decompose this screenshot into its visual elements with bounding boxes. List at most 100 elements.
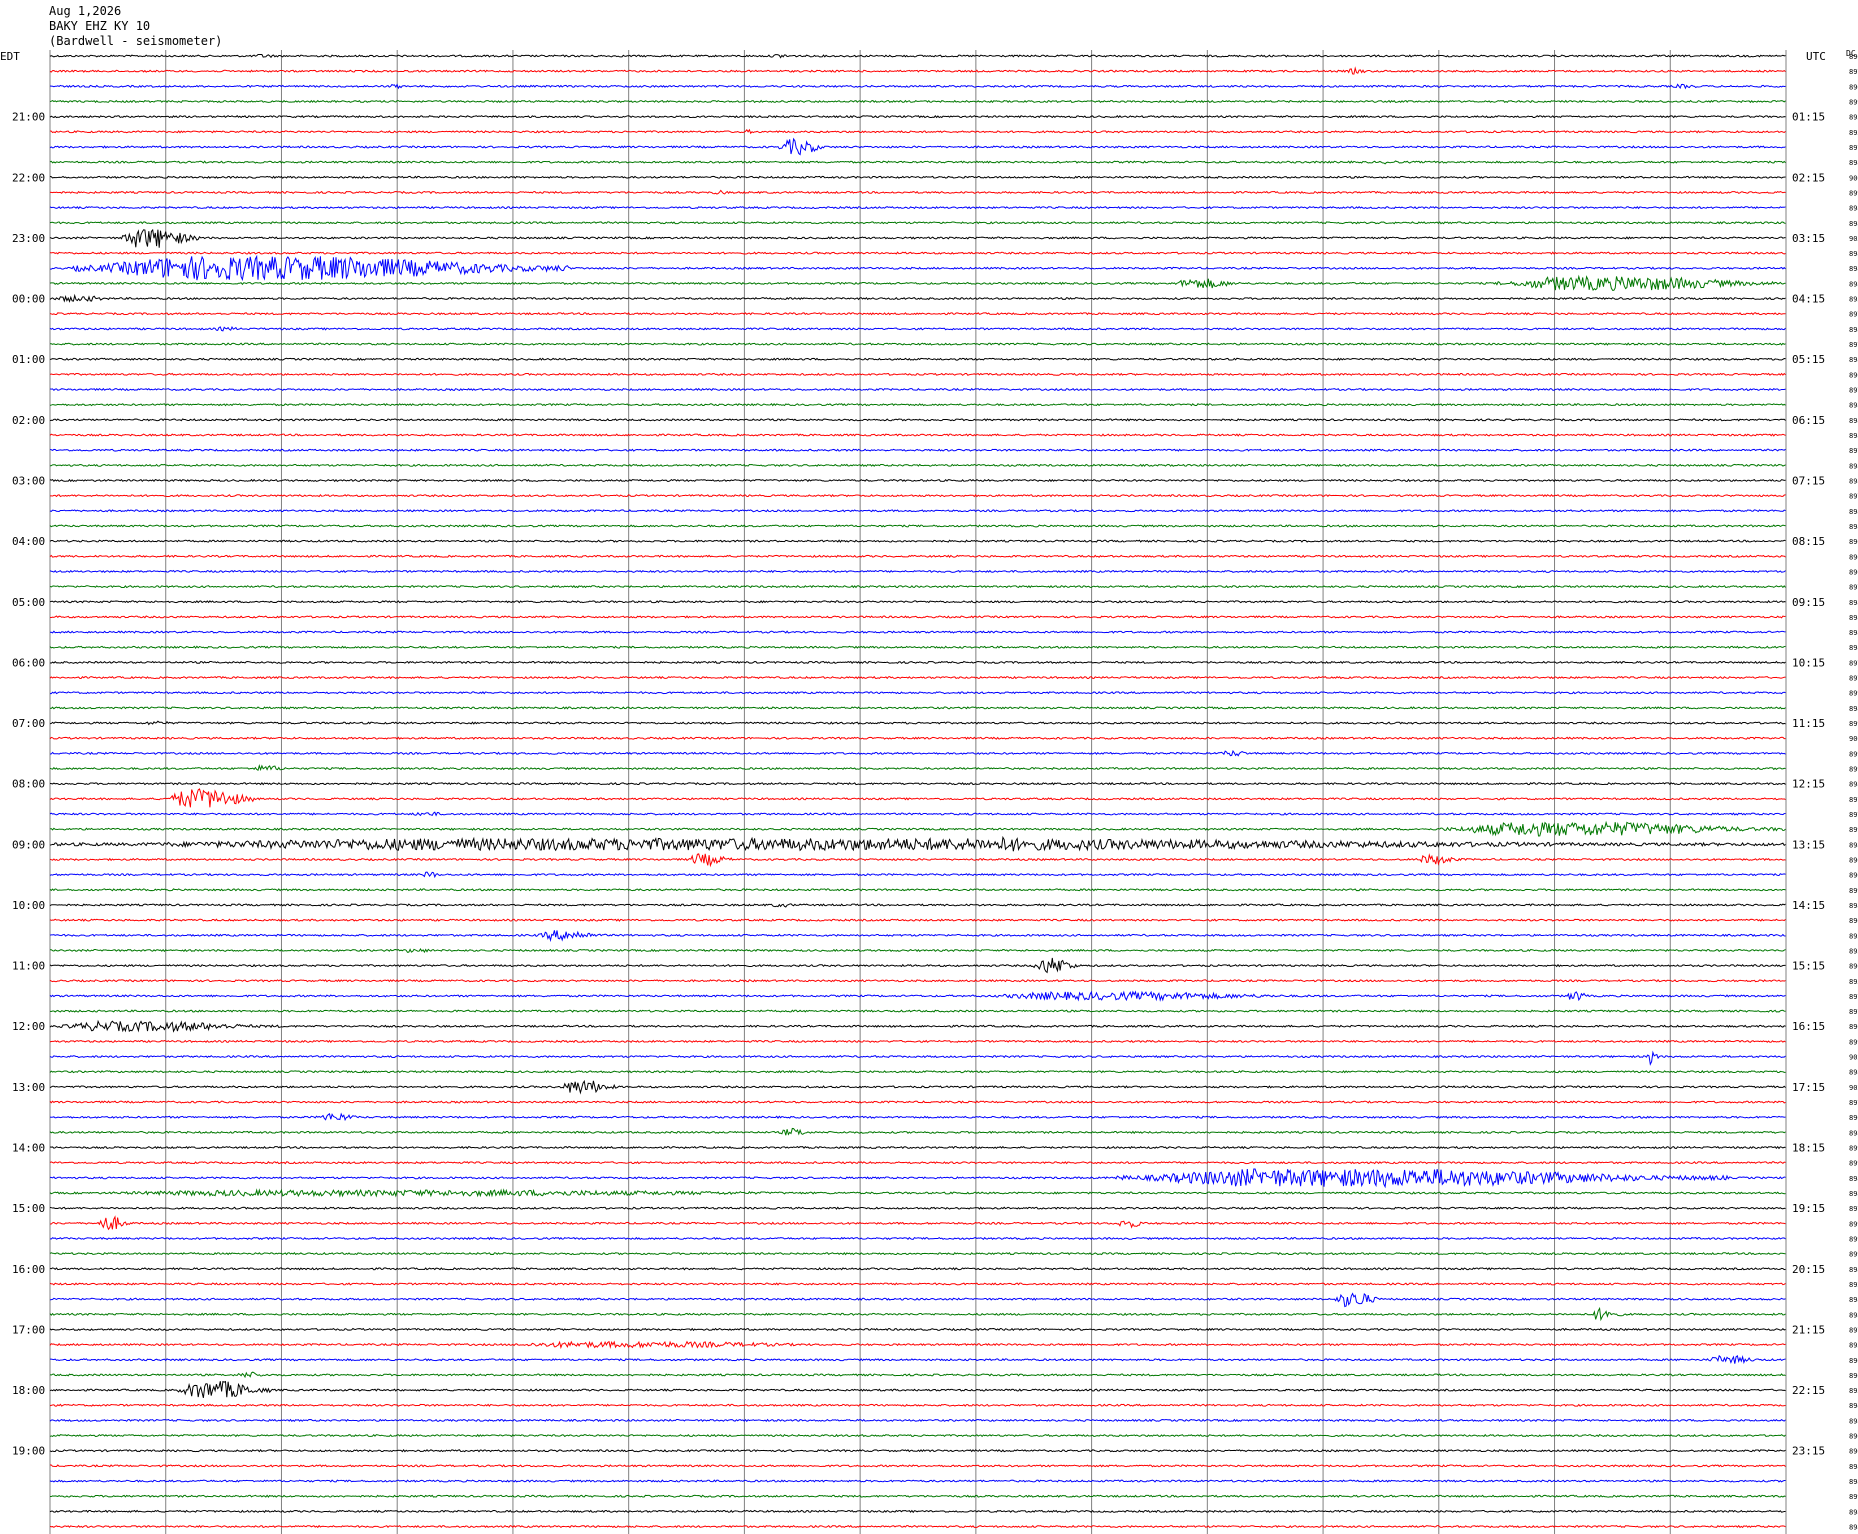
seismic-trace-line bbox=[49, 947, 1786, 954]
seismic-trace-line bbox=[49, 888, 1786, 892]
dc-offset-label: 896 bbox=[1849, 963, 1858, 971]
dc-offset-label: 896 bbox=[1849, 53, 1858, 61]
dc-offset-label: 899 bbox=[1849, 750, 1858, 758]
right-axis-label: UTC bbox=[1806, 50, 1826, 63]
seismic-trace-line bbox=[49, 630, 1786, 634]
dc-offset-label: 898 bbox=[1849, 1478, 1858, 1486]
seismic-trace-line bbox=[49, 326, 1786, 332]
seismic-trace-line bbox=[49, 342, 1786, 346]
seismic-trace-line bbox=[49, 675, 1786, 680]
seismic-trace-line bbox=[49, 524, 1786, 528]
seismic-trace-line bbox=[49, 1371, 1786, 1379]
seismic-trace-line bbox=[49, 930, 1786, 943]
right-hour-label: 05:15 bbox=[1792, 353, 1825, 366]
seismic-trace-line bbox=[49, 402, 1786, 407]
dc-offset-label: 895 bbox=[1849, 1387, 1858, 1395]
left-hour-label: 13:00 bbox=[12, 1081, 45, 1094]
left-hour-label: 04:00 bbox=[12, 535, 45, 548]
seismic-trace-line bbox=[49, 1100, 1786, 1104]
seismic-trace-line bbox=[49, 312, 1786, 316]
dc-offset-label: 898 bbox=[1849, 1129, 1858, 1137]
dc-offset-label: 897 bbox=[1849, 341, 1858, 349]
dc-offset-label: 896 bbox=[1849, 1448, 1858, 1456]
right-hour-label: 12:15 bbox=[1792, 778, 1825, 791]
dc-offset-label: 898 bbox=[1849, 477, 1858, 485]
seismic-trace-line bbox=[49, 228, 1786, 248]
dc-offset-label: 895 bbox=[1849, 296, 1858, 304]
dc-offset-label: 899 bbox=[1849, 1145, 1858, 1153]
seismic-trace-line bbox=[49, 569, 1786, 574]
seismic-trace-line bbox=[49, 1403, 1786, 1407]
dc-offset-label: 899 bbox=[1849, 1235, 1858, 1243]
seismic-trace-line bbox=[49, 990, 1786, 1002]
right-hour-label: 10:15 bbox=[1792, 656, 1825, 669]
seismic-trace-line bbox=[49, 1039, 1786, 1044]
dc-offset-label: 898 bbox=[1849, 1524, 1858, 1532]
dc-offset-label: 898 bbox=[1849, 205, 1858, 213]
dc-offset-label: 898 bbox=[1849, 1296, 1858, 1304]
left-hour-label: 17:00 bbox=[12, 1323, 45, 1336]
seismic-trace-line bbox=[49, 433, 1786, 437]
right-hour-label: 08:15 bbox=[1792, 535, 1825, 548]
dc-offset-label: 899 bbox=[1849, 826, 1858, 834]
seismic-trace-line bbox=[49, 1188, 1786, 1198]
dc-offset-label: 898 bbox=[1849, 432, 1858, 440]
dc-offset-label: 897 bbox=[1849, 387, 1858, 395]
seismic-trace-line bbox=[49, 1206, 1786, 1210]
seismic-trace-line bbox=[49, 418, 1786, 422]
dc-offset-label: 896 bbox=[1849, 1357, 1858, 1365]
seismic-trace-line bbox=[49, 706, 1786, 710]
dc-offset-label: 896 bbox=[1849, 83, 1858, 91]
dc-offset-label: 898 bbox=[1849, 841, 1858, 849]
seismic-trace-line bbox=[49, 539, 1786, 543]
right-hour-label: 19:15 bbox=[1792, 1202, 1825, 1215]
right-hour-label: 09:15 bbox=[1792, 596, 1825, 609]
dc-offset-label: 898 bbox=[1849, 1175, 1858, 1183]
left-hour-label: 00:00 bbox=[12, 293, 45, 306]
seismic-trace-line bbox=[49, 1464, 1786, 1468]
seismic-trace-line bbox=[49, 788, 1786, 808]
dc-offset-label: 898 bbox=[1849, 159, 1858, 167]
dc-offset-label: 897 bbox=[1849, 1099, 1858, 1107]
dc-offset-label: 899 bbox=[1849, 690, 1858, 698]
dc-offset-label: 898 bbox=[1849, 902, 1858, 910]
right-hour-label: 14:15 bbox=[1792, 899, 1825, 912]
left-hour-label: 14:00 bbox=[12, 1142, 45, 1155]
seismic-trace-line bbox=[49, 1449, 1786, 1453]
seismic-trace-line bbox=[49, 254, 1786, 282]
dc-offset-label: 898 bbox=[1849, 1463, 1858, 1471]
dc-offset-label: 896 bbox=[1849, 856, 1858, 864]
dc-offset-label: 895 bbox=[1849, 1342, 1858, 1350]
dc-offset-label: 898 bbox=[1849, 265, 1858, 273]
dc-offset-label: 898 bbox=[1849, 599, 1858, 607]
seismic-trace-line bbox=[49, 83, 1786, 90]
left-hour-label: 16:00 bbox=[12, 1263, 45, 1276]
dc-offset-label: 898 bbox=[1849, 614, 1858, 622]
right-hour-label: 13:15 bbox=[1792, 838, 1825, 851]
seismic-trace-line bbox=[49, 1306, 1786, 1322]
dc-offset-label: 898 bbox=[1849, 705, 1858, 713]
dc-offset-label: 899 bbox=[1849, 887, 1858, 895]
dc-offset-label: 899 bbox=[1849, 1220, 1858, 1228]
dc-offset-label: 896 bbox=[1849, 1114, 1858, 1122]
seismic-trace-line bbox=[49, 509, 1786, 513]
right-hour-label: 23:15 bbox=[1792, 1445, 1825, 1458]
dc-offset-label: 899 bbox=[1849, 1493, 1858, 1501]
dc-offset-label: 903 bbox=[1849, 235, 1858, 243]
left-hour-label: 19:00 bbox=[12, 1445, 45, 1458]
dc-offset-label: 899 bbox=[1849, 1160, 1858, 1168]
dc-offset-label: 902 bbox=[1849, 1054, 1858, 1062]
seismic-trace-line bbox=[49, 1251, 1786, 1256]
right-hour-label: 16:15 bbox=[1792, 1020, 1825, 1033]
dc-offset-label: 902 bbox=[1849, 1084, 1858, 1092]
dc-offset-label: 895 bbox=[1849, 114, 1858, 122]
right-hour-label: 20:15 bbox=[1792, 1263, 1825, 1276]
seismic-trace-line bbox=[49, 205, 1786, 210]
right-hour-label: 15:15 bbox=[1792, 960, 1825, 973]
seismic-trace-line bbox=[49, 1292, 1786, 1308]
seismic-trace-line bbox=[49, 781, 1786, 786]
seismic-traces bbox=[49, 53, 1786, 1529]
dc-offset-label: 897 bbox=[1849, 1205, 1858, 1213]
left-hour-label: 23:00 bbox=[12, 232, 45, 245]
left-axis-label: EDT bbox=[0, 50, 20, 63]
